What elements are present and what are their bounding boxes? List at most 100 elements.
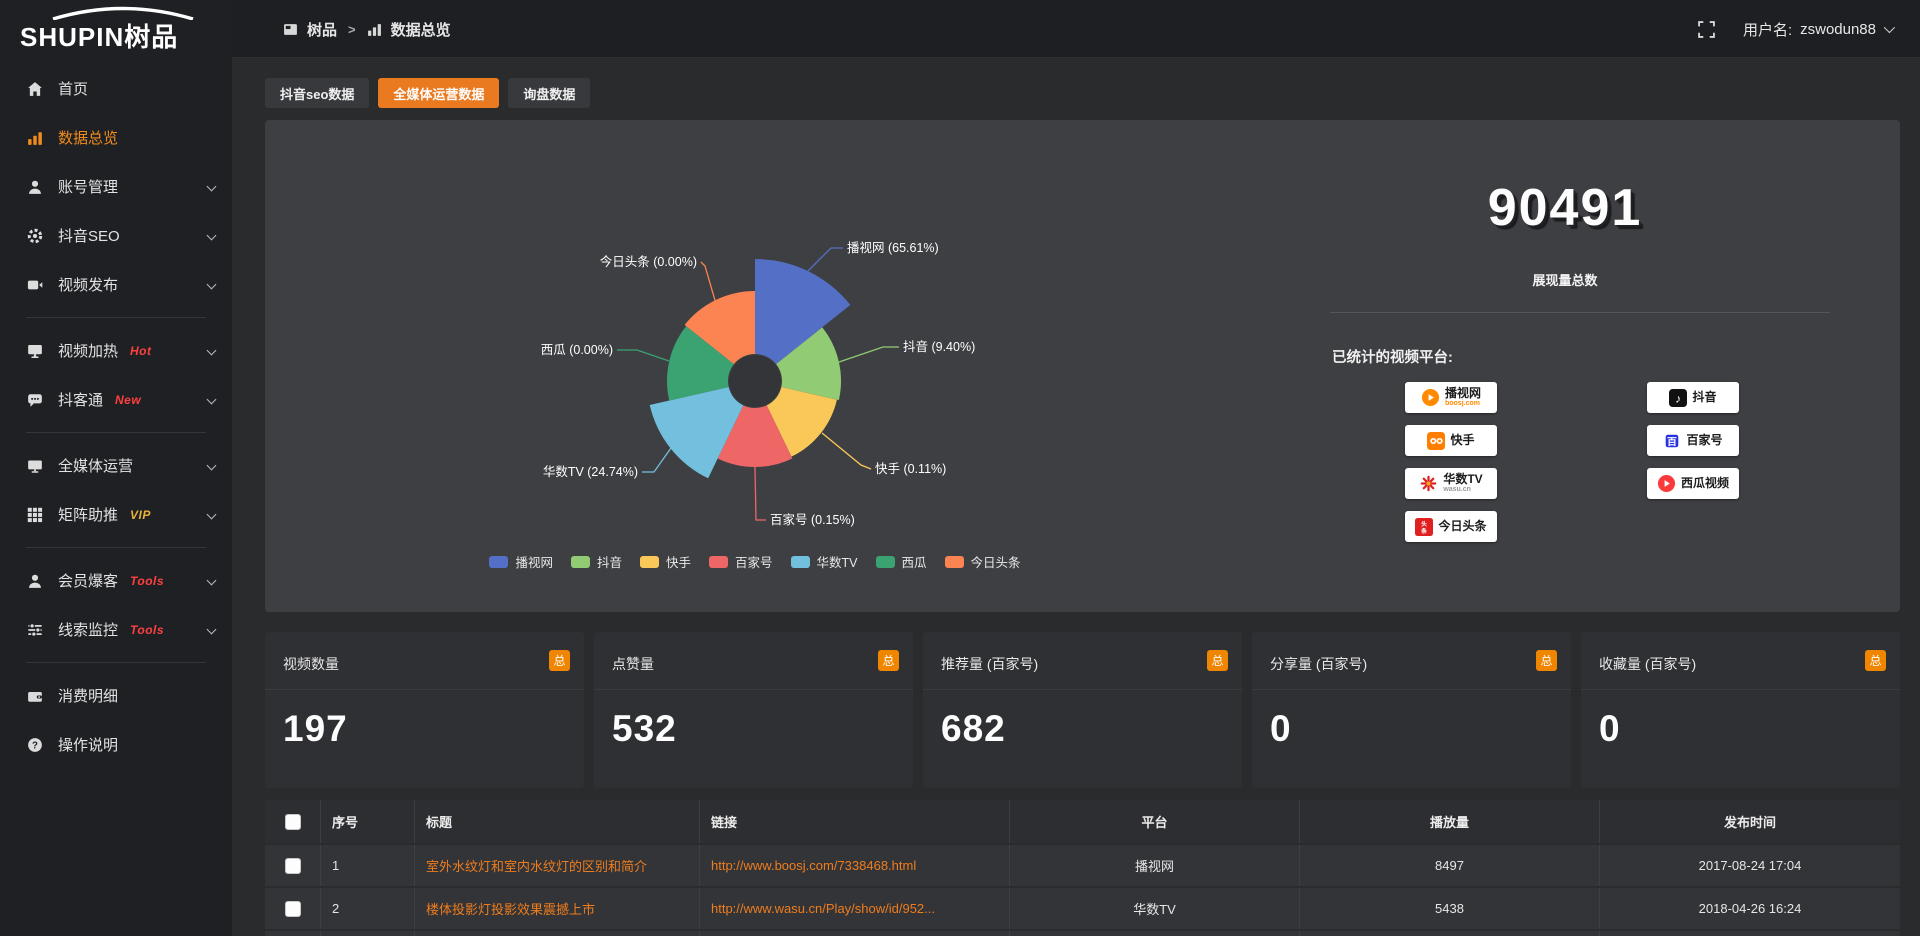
xigua-logo-icon <box>1657 474 1676 493</box>
username-value: zswodun88 <box>1800 21 1876 38</box>
wasu-logo-icon <box>1419 474 1438 493</box>
legend-item-西瓜[interactable]: 西瓜 <box>876 552 927 571</box>
sidebar-item-视频发布[interactable]: 视频发布 <box>0 260 232 309</box>
sidebar-item-抖客通[interactable]: 抖客通New <box>0 375 232 424</box>
chart-panel: 播视网 (65.61%)抖音 (9.40%)快手 (0.11%)百家号 (0.1… <box>265 120 1900 612</box>
platform-tile-华数TV[interactable]: 华数TVwasu.cn <box>1405 468 1497 499</box>
monitor-icon <box>27 458 43 474</box>
total-badge[interactable]: 总 <box>1207 650 1228 671</box>
video-url-link[interactable]: http://www.wasu.cn/Play/show/id/952... <box>711 901 935 916</box>
column-header-序号: 序号 <box>321 800 415 843</box>
table-row: 1室外水纹灯和室内水纹灯的区别和简介http://www.boosj.com/7… <box>265 845 1900 886</box>
column-header-播放量: 播放量 <box>1300 800 1600 843</box>
video-url-link[interactable]: http://www.boosj.com/7338468.html <box>711 858 916 873</box>
sidebar-item-label: 矩阵助推 <box>58 504 118 525</box>
table-cell <box>1010 931 1300 936</box>
question-icon: ? <box>27 737 43 753</box>
summary-zone: 90491 展现量总数 已统计的视频平台: 播视网boosj.com♪抖音快手百… <box>1330 120 1830 612</box>
sidebar-item-账号管理[interactable]: 账号管理 <box>0 162 232 211</box>
chevron-down-icon <box>207 346 217 356</box>
row-checkbox-cell <box>265 845 321 886</box>
stat-card-收藏量 (百家号): 收藏量 (百家号)总0 <box>1581 632 1900 788</box>
platform-name: 西瓜视频 <box>1681 477 1729 490</box>
sidebar-item-矩阵助推[interactable]: 矩阵助推VIP <box>0 490 232 539</box>
platform-cell: 华数TV <box>1010 888 1300 929</box>
video-title-link[interactable]: 室外水纹灯和室内水纹灯的区别和简介 <box>426 856 647 875</box>
rose-pie-chart[interactable]: 播视网 (65.61%)抖音 (9.40%)快手 (0.11%)百家号 (0.1… <box>265 120 1245 590</box>
legend-label: 华数TV <box>817 552 858 571</box>
stat-card-value: 197 <box>283 708 348 750</box>
svg-text:百: 百 <box>1668 436 1678 448</box>
tab-询盘数据[interactable]: 询盘数据 <box>508 78 590 108</box>
sidebar-item-视频加热[interactable]: 视频加热Hot <box>0 326 232 375</box>
legend-item-华数TV[interactable]: 华数TV <box>791 552 858 571</box>
table-row: 2楼体投影灯投影效果震撼上市http://www.wasu.cn/Play/sh… <box>265 888 1900 929</box>
tab-全媒体运营数据[interactable]: 全媒体运营数据 <box>378 78 499 108</box>
pie-label-抖音: 抖音 (9.40%) <box>903 339 975 354</box>
select-all-cell <box>265 800 321 843</box>
table-cell <box>265 931 321 936</box>
sidebar-item-首页[interactable]: 首页 <box>0 64 232 113</box>
select-all-checkbox[interactable] <box>285 814 301 830</box>
sidebar: SHUPIN树品 首页数据总览账号管理抖音SEO视频发布视频加热Hot抖客通Ne… <box>0 0 232 936</box>
legend-item-抖音[interactable]: 抖音 <box>571 552 622 571</box>
chevron-down-icon <box>207 231 217 241</box>
chevron-down-icon <box>207 625 217 635</box>
video-title-cell: 室外水纹灯和室内水纹灯的区别和简介 <box>415 845 700 886</box>
fullscreen-icon[interactable] <box>1698 21 1715 38</box>
pie-label-播视网: 播视网 (65.61%) <box>847 240 939 255</box>
platform-tile-西瓜视频[interactable]: 西瓜视频 <box>1647 468 1739 499</box>
sidebar-divider <box>26 547 206 548</box>
legend-item-百家号[interactable]: 百家号 <box>709 552 773 571</box>
sidebar-item-操作说明[interactable]: ?操作说明 <box>0 720 232 769</box>
platform-tile-快手[interactable]: 快手 <box>1405 425 1497 456</box>
platform-tile-播视网[interactable]: 播视网boosj.com <box>1405 382 1497 413</box>
breadcrumb-root[interactable]: 树品 <box>307 19 337 40</box>
tab-抖音seo数据[interactable]: 抖音seo数据 <box>265 78 369 108</box>
table-cell <box>700 931 1010 936</box>
sidebar-item-会员爆客[interactable]: 会员爆客Tools <box>0 556 232 605</box>
home-icon <box>27 81 43 97</box>
legend-chip <box>791 556 810 568</box>
pie-label-西瓜: 西瓜 (0.00%) <box>541 343 613 357</box>
legend-label: 百家号 <box>735 552 773 571</box>
chevron-down-icon <box>207 280 217 290</box>
total-badge[interactable]: 总 <box>549 650 570 671</box>
toutiao-logo-icon: 头条 <box>1415 518 1433 536</box>
views-cell: 5438 <box>1300 888 1600 929</box>
column-header-发布时间: 发布时间 <box>1600 800 1900 843</box>
breadcrumb-separator: > <box>348 22 356 37</box>
sidebar-item-数据总览[interactable]: 数据总览 <box>0 113 232 162</box>
sidebar-item-抖音SEO[interactable]: 抖音SEO <box>0 211 232 260</box>
sidebar-item-线索监控[interactable]: 线索监控Tools <box>0 605 232 654</box>
video-title-link[interactable]: 楼体投影灯投影效果震撼上市 <box>426 899 595 918</box>
row-checkbox[interactable] <box>285 901 301 917</box>
sidebar-item-label: 抖客通 <box>58 389 103 410</box>
stat-card-title: 推荐量 (百家号) <box>941 654 1038 674</box>
stat-card-title: 视频数量 <box>283 654 339 674</box>
breadcrumb-current[interactable]: 数据总览 <box>391 19 451 40</box>
sidebar-item-全媒体运营[interactable]: 全媒体运营 <box>0 441 232 490</box>
user-menu[interactable]: 用户名: zswodun88 <box>1743 19 1892 40</box>
total-badge[interactable]: 总 <box>1536 650 1557 671</box>
chevron-down-icon <box>1884 22 1895 33</box>
platform-tile-今日头条[interactable]: 头条今日头条 <box>1405 511 1497 542</box>
total-badge[interactable]: 总 <box>878 650 899 671</box>
legend-item-今日头条[interactable]: 今日头条 <box>945 552 1021 571</box>
username-label: 用户名: <box>1743 19 1792 40</box>
row-checkbox[interactable] <box>285 858 301 874</box>
chevron-down-icon <box>207 395 217 405</box>
chevron-down-icon <box>207 576 217 586</box>
stat-card-推荐量 (百家号): 推荐量 (百家号)总682 <box>923 632 1242 788</box>
sidebar-item-消费明细[interactable]: 消费明细 <box>0 671 232 720</box>
legend-item-快手[interactable]: 快手 <box>640 552 691 571</box>
pie-slice-华数TV[interactable] <box>650 387 744 478</box>
total-badge[interactable]: 总 <box>1865 650 1886 671</box>
row-checkbox-cell <box>265 888 321 929</box>
platform-tile-抖音[interactable]: ♪抖音 <box>1647 382 1739 413</box>
legend-item-播视网[interactable]: 播视网 <box>489 552 553 571</box>
platform-name: 快手 <box>1450 434 1474 447</box>
platform-tile-百家号[interactable]: 百百家号 <box>1647 425 1739 456</box>
app-logo[interactable]: SHUPIN树品 <box>20 5 220 55</box>
pie-label-百家号: 百家号 (0.15%) <box>770 512 855 527</box>
